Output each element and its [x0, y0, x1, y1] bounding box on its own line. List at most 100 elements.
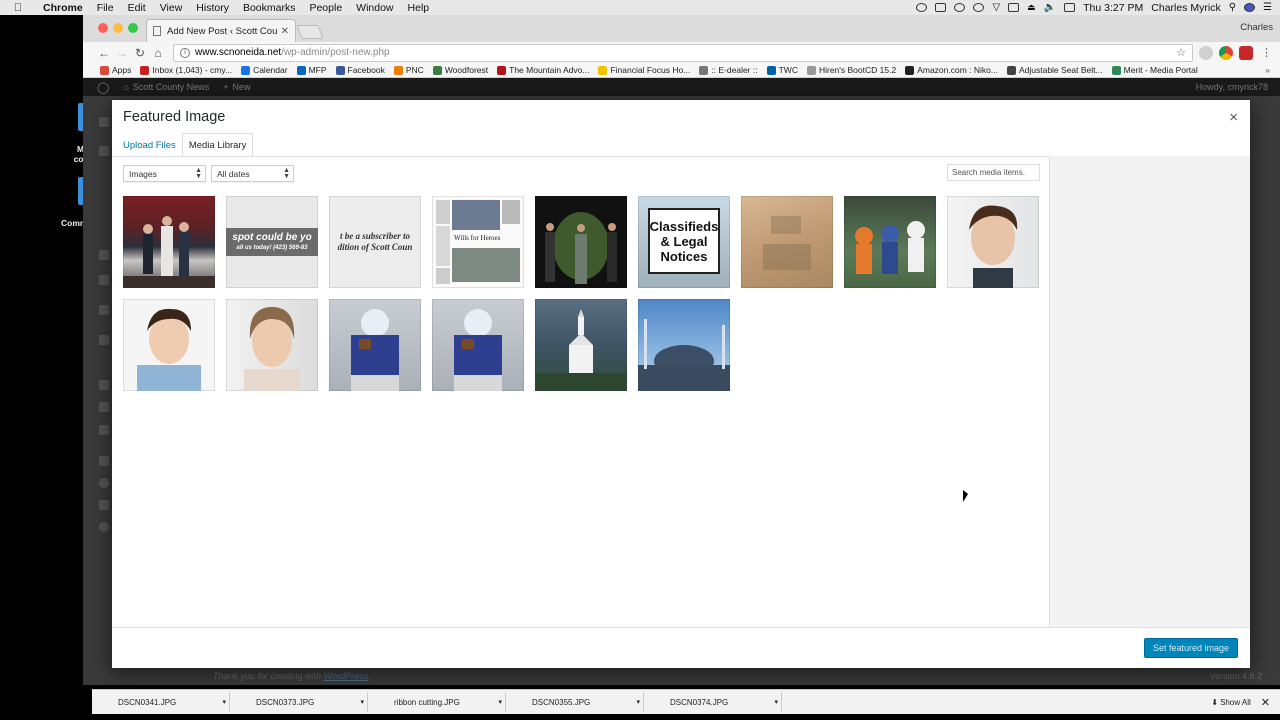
download-menu-chevron-icon[interactable]: ▾ [360, 698, 364, 706]
wp-menu-users-icon[interactable] [99, 380, 109, 390]
download-item[interactable]: DSCN0373.JPG ▾ [230, 692, 368, 712]
close-modal-icon[interactable]: × [1229, 109, 1238, 126]
wp-menu-plugins-icon[interactable] [99, 335, 109, 345]
bookmark-item[interactable]: MFP [296, 65, 327, 75]
chrome-menu-icon[interactable]: ⋮ [1261, 46, 1272, 59]
info-icon[interactable]: i [180, 47, 190, 58]
volume-icon[interactable]: 🔈 [1044, 2, 1056, 13]
download-item[interactable]: DSCN0355.JPG ▾ [506, 692, 644, 712]
sync-icon[interactable] [954, 3, 966, 12]
attachment-thumbnail[interactable] [947, 196, 1039, 288]
back-icon[interactable]: ← [95, 46, 113, 60]
new-tab-button[interactable] [296, 25, 324, 39]
wp-menu-media-icon[interactable] [99, 250, 109, 260]
battery-icon[interactable] [1064, 3, 1076, 12]
user-name[interactable]: Charles Myrick [1151, 2, 1220, 14]
attachment-thumbnail[interactable]: Classifieds & Legal Notices [638, 196, 730, 288]
menu-file[interactable]: File [90, 2, 121, 14]
tab-media-library[interactable]: Media Library [181, 133, 254, 157]
menu-chrome[interactable]: Chrome [36, 2, 90, 14]
wp-menu-appearance-icon[interactable] [99, 305, 109, 315]
profile-button[interactable]: Charles [1240, 22, 1273, 33]
set-featured-image-button[interactable]: Set featured image [1143, 638, 1238, 658]
chrome-extension-icon[interactable] [1219, 45, 1233, 60]
attachment-thumbnail[interactable] [535, 196, 627, 288]
menu-people[interactable]: People [302, 2, 349, 14]
wp-menu-pages-icon[interactable] [99, 275, 109, 285]
browser-tab[interactable]: Add New Post ‹ Scott County ✕ [146, 19, 296, 42]
wifi-icon[interactable]: ▽ [992, 2, 1000, 13]
airplay-icon[interactable] [1008, 3, 1020, 12]
download-menu-chevron-icon[interactable]: ▾ [774, 698, 778, 706]
site-name-link[interactable]: Scott County News [133, 82, 210, 92]
minimize-window-icon[interactable] [113, 23, 123, 33]
wp-menu-extra-icon[interactable] [99, 500, 109, 510]
menu-edit[interactable]: Edit [121, 2, 153, 14]
notification-center-icon[interactable]: ☰ [1263, 2, 1272, 13]
bookmark-item[interactable]: Hiren's BootCD 15.2 [806, 65, 896, 75]
wp-menu-extra-icon[interactable] [99, 456, 109, 466]
howdy-user[interactable]: Howdy, cmyrick78 [1196, 82, 1280, 92]
record-icon[interactable] [916, 3, 928, 12]
download-menu-chevron-icon[interactable]: ▾ [498, 698, 502, 706]
attachment-thumbnail[interactable] [741, 196, 833, 288]
date-filter[interactable]: All dates ▲ ▼ [211, 165, 294, 182]
attachment-thumbnail[interactable] [638, 299, 730, 391]
download-menu-chevron-icon[interactable]: ▾ [222, 698, 226, 706]
bookmark-item[interactable]: Financial Focus Ho... [598, 65, 690, 75]
address-bar[interactable]: i www.scnoneida.net/wp-admin/post-new.ph… [173, 43, 1193, 62]
attachment-thumbnail[interactable] [123, 196, 215, 288]
menu-help[interactable]: Help [401, 2, 437, 14]
bookmark-item[interactable]: Apps [100, 65, 131, 75]
attachment-thumbnail[interactable] [535, 299, 627, 391]
attachment-thumbnail[interactable]: spot could be yo all us today! (423) 569… [226, 196, 318, 288]
spotlight-icon[interactable]: ⚲ [1229, 2, 1236, 13]
wp-home-icon[interactable]: ⌂ [123, 82, 128, 92]
tab-upload-files[interactable]: Upload Files [117, 133, 182, 157]
menu-history[interactable]: History [189, 2, 236, 14]
wp-menu-extra-icon[interactable] [99, 478, 109, 488]
bookmark-item[interactable]: The Mountain Advo... [497, 65, 589, 75]
bookmark-item[interactable]: Inbox (1,043) - cmy... [140, 65, 232, 75]
attachment-thumbnail[interactable] [123, 299, 215, 391]
attachment-thumbnail[interactable] [844, 196, 936, 288]
shield-extension-icon[interactable] [1239, 45, 1253, 60]
wp-menu-posts-icon[interactable] [99, 146, 109, 156]
download-menu-chevron-icon[interactable]: ▾ [636, 698, 640, 706]
download-item[interactable]: ribbon cutting.JPG ▾ [368, 692, 506, 712]
bookmark-item[interactable]: Facebook [335, 65, 385, 75]
show-all-link[interactable]: Show All [1220, 698, 1251, 707]
wp-menu-collapse-icon[interactable] [99, 522, 109, 532]
home-icon[interactable]: ⌂ [149, 46, 167, 60]
close-downloads-icon[interactable]: ✕ [1261, 696, 1270, 709]
menu-bookmarks[interactable]: Bookmarks [236, 2, 303, 14]
fullscreen-window-icon[interactable] [128, 23, 138, 33]
bookmark-item[interactable]: Calendar [241, 65, 288, 75]
close-window-icon[interactable] [98, 23, 108, 33]
siri-icon[interactable] [1244, 3, 1256, 12]
reload-icon[interactable]: ↻ [131, 46, 149, 60]
search-media-input[interactable]: Search media items. [947, 164, 1040, 181]
menu-window[interactable]: Window [349, 2, 400, 14]
new-content-link[interactable]: New [233, 82, 251, 92]
bookmark-item[interactable]: PNC [393, 65, 424, 75]
wp-logo-icon[interactable]: ◯ [97, 81, 109, 94]
wp-menu-settings-icon[interactable] [99, 425, 109, 435]
attachment-thumbnail[interactable]: t be a subscriber to dition of Scott Cou… [329, 196, 421, 288]
download-item[interactable]: DSCN0341.JPG ▾ [92, 692, 230, 712]
close-tab-icon[interactable]: ✕ [281, 26, 289, 37]
attachment-thumbnail[interactable] [226, 299, 318, 391]
bookmark-item[interactable]: :: E-dealer :: [699, 65, 758, 75]
attachment-thumbnail[interactable] [432, 299, 524, 391]
bookmark-item[interactable]: Merit - Media Portal [1111, 65, 1198, 75]
app-status-icon[interactable] [935, 3, 947, 12]
forward-icon[interactable]: → [113, 46, 131, 60]
bookmarks-overflow-icon[interactable]: » [1265, 65, 1280, 75]
clock-text[interactable]: Thu 3:27 PM [1083, 2, 1143, 14]
apple-menu-icon[interactable]:  [0, 2, 36, 14]
new-content-plus-icon[interactable]: + [223, 82, 228, 92]
bookmark-item[interactable]: TWC [766, 65, 798, 75]
eject-icon[interactable]: ⏏ [1027, 2, 1036, 13]
attachment-thumbnail[interactable] [329, 299, 421, 391]
time-machine-icon[interactable] [973, 3, 985, 12]
